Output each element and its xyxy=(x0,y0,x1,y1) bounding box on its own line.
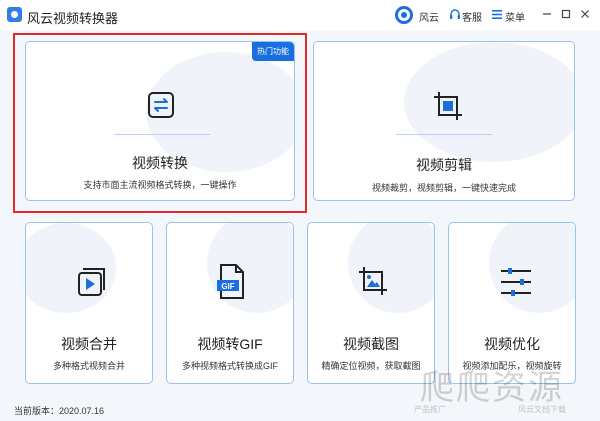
user-name[interactable]: 风云 xyxy=(419,9,439,24)
customer-service-label[interactable]: 客服 xyxy=(462,9,482,24)
selection-highlight xyxy=(13,33,307,213)
video-edit-card[interactable]: 视频剪辑 视频裁剪，视频剪辑，一键快速完成 xyxy=(313,41,575,201)
card-description: 多种格式视频合并 xyxy=(52,361,125,371)
minimize-icon[interactable] xyxy=(540,7,554,21)
card-title: 视频转GIF xyxy=(197,336,263,352)
menu-label[interactable]: 菜单 xyxy=(505,9,525,24)
watermark-text: 爬爬资源 xyxy=(420,368,564,408)
menu-icon[interactable] xyxy=(491,9,503,20)
sliders-icon xyxy=(501,268,531,296)
card-description: 视频裁剪，视频剪辑，一键快速完成 xyxy=(371,183,516,193)
watermark-left-small: 产品推广 xyxy=(414,405,446,414)
icon-underline xyxy=(396,134,492,135)
app-title: 风云视频转换器 xyxy=(27,11,119,26)
crop-icon xyxy=(434,92,462,120)
card-description: 多种视频格式转换成GIF xyxy=(182,361,278,371)
app-logo-icon xyxy=(7,7,22,22)
headset-icon[interactable] xyxy=(449,9,461,20)
screenshot-icon xyxy=(359,267,387,295)
video-screenshot-card[interactable]: 视频截图 精确定位视频，获取截图 xyxy=(307,222,435,384)
card-title: 视频优化 xyxy=(484,336,540,352)
card-title: 视频剪辑 xyxy=(416,157,472,173)
version-label: 当前版本：2020.07.16 xyxy=(14,406,105,416)
svg-text:GIF: GIF xyxy=(221,282,234,291)
user-avatar-icon[interactable] xyxy=(395,6,413,24)
card-title: 视频截图 xyxy=(343,336,399,352)
close-icon[interactable] xyxy=(578,7,592,21)
maximize-icon[interactable] xyxy=(559,7,573,21)
card-title: 视频合并 xyxy=(61,336,117,352)
merge-icon xyxy=(78,268,105,296)
video-to-gif-card[interactable]: GIF 视频转GIF 多种视频格式转换成GIF xyxy=(166,222,294,384)
video-merge-card[interactable]: 视频合并 多种格式视频合并 xyxy=(25,222,153,384)
watermark-right-small: 风云文档下载 xyxy=(518,405,566,414)
gif-file-icon: GIF xyxy=(217,264,244,299)
title-bar: 风云视频转换器 风云 客服 菜单 xyxy=(0,0,600,30)
card-description: 精确定位视频，获取截图 xyxy=(321,361,421,371)
